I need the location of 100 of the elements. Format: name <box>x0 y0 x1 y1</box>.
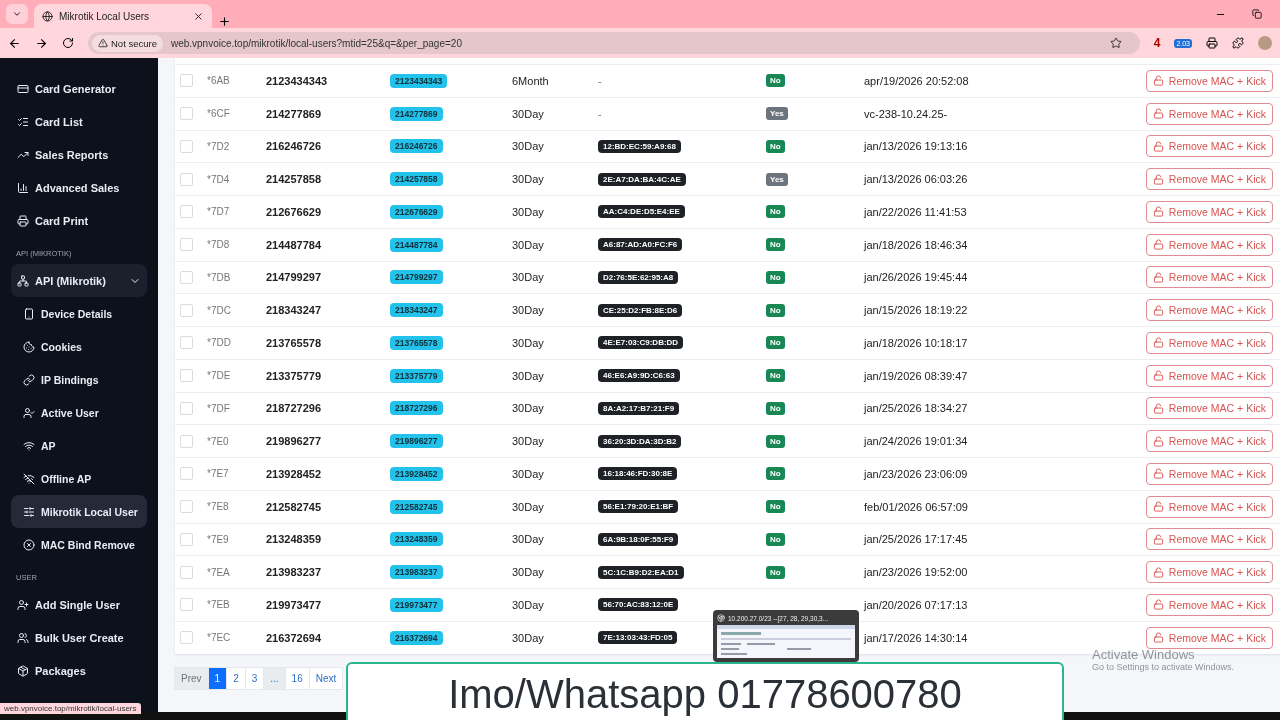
table-cell-text: jan/17/2026 14:30:14 <box>864 631 969 644</box>
table-cell-text: 30Day <box>512 500 545 513</box>
unlock-icon <box>1152 501 1164 513</box>
row-checkbox[interactable] <box>180 598 193 612</box>
password-badge: 213983237 <box>390 565 443 580</box>
remove-mac-kick-button[interactable]: Remove MAC + Kick <box>1145 200 1273 223</box>
tab-search-button[interactable] <box>6 4 28 24</box>
row-checkbox[interactable] <box>180 238 193 252</box>
address-bar[interactable]: Not secure web.vpnvoice.top/mikrotik/local-users?mtid=25&q=&per_page=20 <box>88 32 1140 54</box>
remove-mac-kick-button[interactable]: Remove MAC + Kick <box>1145 561 1273 584</box>
sidebar-group[interactable]: API (Mikrotik) <box>11 264 147 297</box>
row-checkbox[interactable] <box>180 270 193 284</box>
page-button[interactable]: Prev <box>174 666 209 690</box>
sidebar-item[interactable]: Mikrotik Local User <box>11 495 147 528</box>
menu-item-icon <box>23 472 35 485</box>
sidebar-item[interactable]: Sales Reports <box>11 138 147 171</box>
remove-mac-kick-button[interactable]: Remove MAC + Kick <box>1145 69 1273 92</box>
profile-avatar[interactable] <box>1258 36 1272 50</box>
row-checkbox[interactable] <box>180 500 193 514</box>
table-cell-text: - <box>598 74 603 87</box>
unlock-icon <box>1152 108 1164 120</box>
remove-mac-kick-button[interactable]: Remove MAC + Kick <box>1145 364 1273 387</box>
browser-tab[interactable]: Mikrotik Local Users <box>34 4 212 28</box>
sidebar-item[interactable]: Card Generator <box>11 72 147 105</box>
table-cell-text: feb/01/2026 06:57:09 <box>864 500 969 513</box>
menu-item-icon <box>23 307 35 320</box>
table-cell-text: 30Day <box>512 140 545 153</box>
table-cell-text: 218727296 <box>266 402 323 415</box>
table-cell-text: *7D2 <box>207 140 231 152</box>
status-badge: No <box>766 74 785 88</box>
page-button[interactable]: Next <box>308 666 344 690</box>
row-checkbox[interactable] <box>180 172 193 186</box>
row-checkbox[interactable] <box>180 532 193 546</box>
row-checkbox[interactable] <box>180 369 193 383</box>
unlock-icon <box>1152 173 1164 185</box>
sidebar-item[interactable]: Advanced Sales <box>11 171 147 204</box>
sidebar-item[interactable]: Bulk User Create <box>11 621 147 654</box>
page-ellipsis[interactable]: ... <box>263 666 286 690</box>
remove-mac-kick-button[interactable]: Remove MAC + Kick <box>1145 331 1273 354</box>
remove-mac-kick-button[interactable]: Remove MAC + Kick <box>1145 528 1273 551</box>
sidebar-item[interactable]: Card Print <box>11 204 147 237</box>
unlock-icon <box>1152 533 1164 545</box>
page-button[interactable]: 1 <box>207 666 228 690</box>
mac-badge: 5C:1C:B9:D2:EA:D1 <box>598 565 684 579</box>
table-cell-text: *7E7 <box>207 468 230 480</box>
remove-mac-kick-button[interactable]: Remove MAC + Kick <box>1145 102 1273 125</box>
page-button[interactable]: 16 <box>284 666 310 690</box>
row-checkbox[interactable] <box>180 434 193 448</box>
sidebar-item[interactable]: IP Bindings <box>11 363 147 396</box>
row-checkbox[interactable] <box>180 107 193 121</box>
unlock-icon <box>1152 75 1164 87</box>
password-badge: 213248359 <box>390 532 443 547</box>
sidebar-item[interactable]: MAC Bind Remove <box>11 528 147 561</box>
sidebar-item[interactable]: Offline AP <box>11 462 147 495</box>
sidebar-item[interactable]: Packages <box>11 654 147 687</box>
sidebar-item[interactable]: Add Single User <box>11 588 147 621</box>
row-checkbox[interactable] <box>180 139 193 153</box>
table-cell-text: apr/19/2026 20:52:08 <box>864 74 970 87</box>
mac-badge: 56:E1:79:20:E1:BF <box>598 500 679 514</box>
sidebar-item[interactable]: Card List <box>11 105 147 138</box>
remove-mac-kick-button[interactable]: Remove MAC + Kick <box>1145 593 1273 616</box>
row-checkbox[interactable] <box>180 303 193 317</box>
password-badge: 2123434343 <box>390 73 448 88</box>
row-checkbox[interactable] <box>180 565 193 579</box>
remove-mac-kick-button[interactable]: Remove MAC + Kick <box>1145 168 1273 191</box>
page-button[interactable]: 2 <box>226 666 246 690</box>
remove-mac-kick-button[interactable]: Remove MAC + Kick <box>1145 495 1273 518</box>
extension-counter[interactable]: 4 <box>1153 36 1161 50</box>
restore-icon <box>1252 9 1262 19</box>
security-chip[interactable]: Not secure <box>92 34 163 52</box>
new-tab-icon <box>218 15 231 28</box>
remove-mac-kick-button[interactable]: Remove MAC + Kick <box>1145 266 1273 289</box>
password-badge: 214799297 <box>390 270 443 285</box>
remove-mac-kick-button[interactable]: Remove MAC + Kick <box>1145 626 1273 649</box>
row-checkbox[interactable] <box>180 467 193 481</box>
remove-mac-kick-button[interactable]: Remove MAC + Kick <box>1145 462 1273 485</box>
password-badge: 219896277 <box>390 434 443 449</box>
table-cell-text: 30Day <box>512 402 545 415</box>
table-cell-text: 30Day <box>512 598 545 611</box>
mac-badge: 36:20:3D:DA:3D:B2 <box>598 434 682 448</box>
row-checkbox[interactable] <box>180 401 193 415</box>
row-checkbox[interactable] <box>180 336 193 350</box>
sidebar-item[interactable]: Active User <box>11 396 147 429</box>
table-cell-text: jan/23/2026 19:52:00 <box>864 566 969 579</box>
row-checkbox[interactable] <box>180 205 193 219</box>
row-checkbox[interactable] <box>180 631 193 645</box>
remove-mac-kick-button[interactable]: Remove MAC + Kick <box>1145 299 1273 322</box>
remove-mac-kick-button[interactable]: Remove MAC + Kick <box>1145 397 1273 420</box>
menu-item-icon <box>17 82 29 95</box>
table-cell-text: jan/24/2026 19:01:34 <box>864 435 969 448</box>
row-checkbox[interactable] <box>180 74 193 88</box>
sidebar-item[interactable]: AP <box>11 429 147 462</box>
remove-mac-kick-button[interactable]: Remove MAC + Kick <box>1145 135 1273 158</box>
status-badge: No <box>766 139 785 153</box>
remove-mac-kick-button[interactable]: Remove MAC + Kick <box>1145 233 1273 256</box>
mac-badge: 8A:A2:17:B7:21:F9 <box>598 401 680 415</box>
sidebar-item[interactable]: Device Details <box>11 297 147 330</box>
page-button[interactable]: 3 <box>244 666 265 690</box>
sidebar-item[interactable]: Cookies <box>11 330 147 363</box>
remove-mac-kick-button[interactable]: Remove MAC + Kick <box>1145 430 1273 453</box>
